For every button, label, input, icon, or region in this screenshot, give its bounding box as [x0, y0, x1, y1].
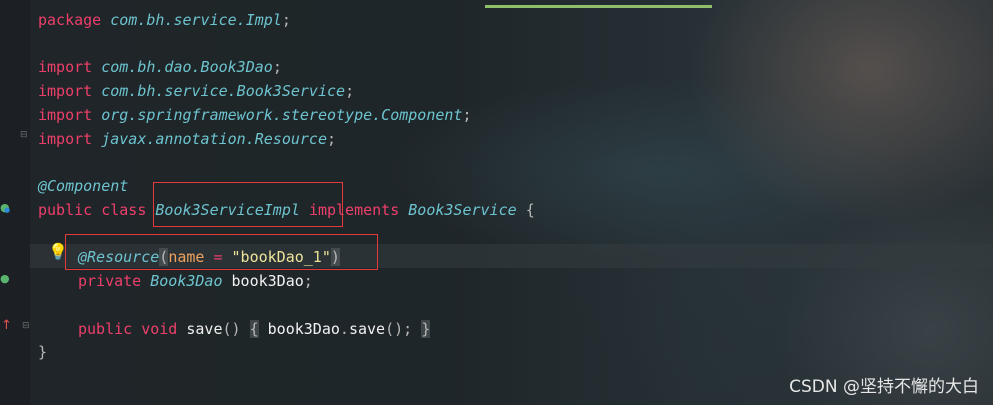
scroll-indicator [485, 5, 712, 8]
keyword-package: package [38, 11, 102, 29]
override-arrow-icon[interactable]: ↑ [1, 319, 12, 332]
import-name: com.bh.service.Book3Service [101, 82, 346, 100]
fold-icon[interactable]: ⊟ [20, 131, 28, 140]
keyword-import: import [38, 82, 93, 100]
keyword-void: void [141, 320, 178, 338]
keyword-public: public [78, 320, 133, 338]
code-line-import-3: import org.springframework.stereotype.Co… [38, 103, 471, 127]
code-editor[interactable]: ⊟ ● ● ● ↑ ⊟ 💡 package com.bh.service.Imp… [0, 0, 993, 405]
open-brace: { [249, 320, 259, 338]
semicolon: ; [281, 11, 291, 29]
injected-field-icon[interactable]: ● [0, 273, 10, 284]
semicolon: ; [327, 130, 337, 148]
target-variable: book3Dao [267, 320, 340, 338]
call-parens: (); [385, 320, 413, 338]
code-line-package: package com.bh.service.Impl; [38, 8, 291, 32]
annotation-component: @Component [38, 177, 129, 195]
package-name: com.bh.service.Impl [110, 11, 282, 29]
method-parens: () [222, 320, 241, 338]
dot: . [339, 320, 349, 338]
keyword-import: import [38, 58, 93, 76]
code-line-import-2: import com.bh.service.Book3Service; [38, 79, 354, 103]
field-name: book3Dao [231, 272, 304, 290]
call-name: save [348, 320, 386, 338]
import-name: javax.annotation.Resource [101, 130, 327, 148]
close-brace: } [421, 320, 431, 338]
semicolon: ; [462, 106, 472, 124]
fold-icon[interactable]: ⊟ [22, 322, 30, 331]
code-line-class-end: } [38, 340, 47, 364]
semicolon: ; [272, 58, 282, 76]
keyword-import: import [38, 106, 93, 124]
field-type: Book3Dao [150, 272, 223, 290]
import-name: org.springframework.stereotype.Component [101, 106, 463, 124]
open-brace: { [525, 201, 535, 219]
code-line-import-1: import com.bh.dao.Book3Dao; [38, 55, 282, 79]
keyword-import: import [38, 130, 93, 148]
code-line-field: private Book3Dao book3Dao; [78, 269, 313, 293]
semicolon: ; [303, 272, 313, 290]
semicolon: ; [345, 82, 355, 100]
highlight-box-resource [65, 234, 378, 270]
code-line-save-method: public void save() { book3Dao.save(); } [78, 317, 431, 341]
keyword-public: public [38, 201, 93, 219]
keyword-class: class [101, 201, 147, 219]
interface-name: Book3Service [408, 201, 517, 219]
code-line-annotation-component: @Component [38, 174, 128, 198]
code-line-import-4: import javax.annotation.Resource; [38, 127, 336, 151]
import-name: com.bh.dao.Book3Dao [101, 58, 273, 76]
keyword-private: private [78, 272, 142, 290]
method-name: save [186, 320, 223, 338]
close-brace: } [38, 343, 48, 361]
implementation-icon-dot: ● [4, 206, 11, 214]
highlight-box-class-name [153, 182, 343, 227]
watermark: CSDN @坚持不懈的大白 [789, 377, 979, 397]
